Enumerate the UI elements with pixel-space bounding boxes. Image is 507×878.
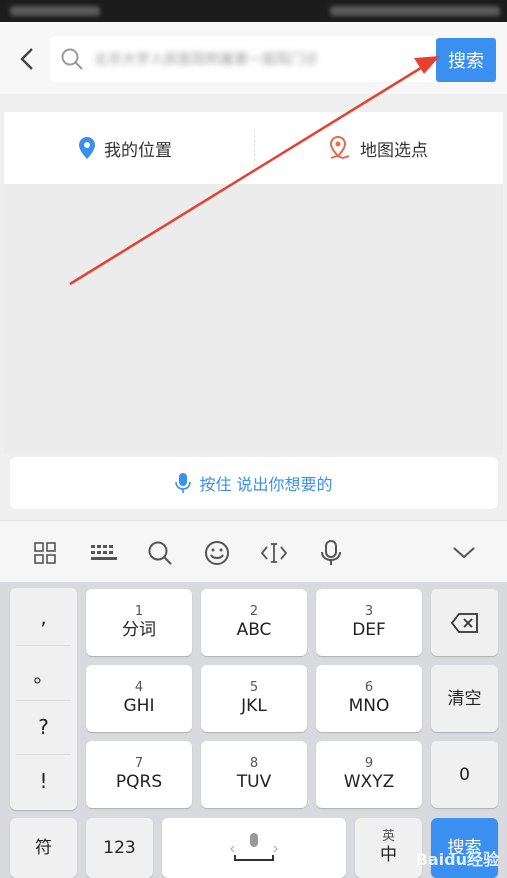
key-number: 1 (134, 603, 144, 619)
key-label: 符 (35, 838, 52, 858)
key-number: 3 (364, 603, 374, 619)
numbers-key[interactable]: 123 (86, 818, 153, 878)
space-key[interactable] (162, 818, 346, 878)
backspace-icon (450, 612, 478, 633)
key-4[interactable]: 4 GHI (86, 665, 192, 732)
voice-input-button[interactable]: 按住 说出你想要的 (10, 457, 498, 509)
key-label: 英 (381, 829, 395, 844)
key-5[interactable]: 5 JKL (201, 665, 307, 732)
backspace-key[interactable] (431, 589, 498, 656)
key-3[interactable]: 3 DEF (316, 589, 422, 656)
key-number: 7 (134, 755, 144, 771)
watermark: Baidu经验 (415, 850, 499, 869)
key-number: 9 (364, 755, 374, 771)
search-button[interactable]: 搜索 (436, 38, 496, 82)
key-label: 清空 (447, 688, 482, 709)
divider (16, 645, 71, 646)
emoji-icon[interactable] (203, 539, 231, 567)
location-pin-icon (79, 137, 95, 159)
key-label: 123 (103, 838, 136, 858)
key-label: WXYZ (343, 771, 395, 792)
clear-key[interactable]: 清空 (431, 665, 498, 732)
divider (16, 700, 71, 701)
divider (16, 754, 71, 755)
divider (254, 130, 255, 166)
key-label: MNO (348, 695, 390, 716)
key-label: 0 (459, 764, 470, 785)
keyboard: , 。 ? ! 1 分词 2 ABC 3 DEF 4 GHI 5 JKL 6 M… (0, 582, 507, 878)
chevron-left-icon (20, 48, 33, 70)
search-icon (60, 47, 84, 75)
key-label: 中 (380, 845, 397, 865)
map-pick-button[interactable]: 地图选点 (328, 132, 428, 164)
back-button[interactable] (14, 44, 40, 74)
symbol-key[interactable]: 符 (10, 818, 77, 878)
key-8[interactable]: 8 TUV (201, 741, 307, 808)
key-number: 4 (134, 679, 144, 695)
my-location-button[interactable]: 我的位置 (78, 132, 172, 164)
language-switch-key[interactable]: 英 中 (355, 818, 422, 878)
location-options: 我的位置 地图选点 (4, 112, 503, 184)
key-label: DEF (352, 619, 386, 640)
key-label: ABC (236, 619, 272, 640)
my-location-label: 我的位置 (104, 140, 172, 161)
punctuation-column: , 。 ? ! (10, 588, 77, 810)
keyboard-search-icon[interactable] (146, 539, 174, 567)
collapse-keyboard-icon[interactable] (450, 539, 478, 567)
key-label: PQRS (115, 771, 163, 792)
keyboard-layout-icon[interactable] (90, 539, 118, 567)
key-label: GHI (123, 695, 155, 716)
punct-key-exclaim[interactable]: ! (10, 756, 77, 806)
key-number: 5 (249, 679, 259, 695)
cursor-move-icon[interactable] (260, 539, 288, 567)
punct-key-comma[interactable]: , (10, 592, 77, 642)
key-number: 6 (364, 679, 374, 695)
punct-key-question[interactable]: ? (10, 702, 77, 752)
voice-hint: 按住 说出你想要的 (199, 475, 333, 494)
search-header: 北京大学人民医院附属第一医院门诊 搜索 (0, 22, 507, 94)
zero-key[interactable]: 0 (431, 741, 498, 808)
key-1[interactable]: 1 分词 (86, 589, 192, 656)
key-number: 8 (249, 755, 259, 771)
key-7[interactable]: 7 PQRS (86, 741, 192, 808)
key-9[interactable]: 9 WXYZ (316, 741, 422, 808)
voice-keyboard-icon[interactable] (317, 539, 345, 567)
key-label: TUV (236, 771, 272, 792)
search-query-text: 北京大学人民医院附属第一医院门诊 (94, 52, 318, 67)
grid-menu-icon[interactable] (31, 539, 59, 567)
key-6[interactable]: 6 MNO (316, 665, 422, 732)
map-pick-label: 地图选点 (360, 140, 428, 161)
key-label: 分词 (122, 619, 156, 640)
punct-key-period[interactable]: 。 (10, 648, 77, 698)
map-pin-icon (329, 136, 350, 159)
key-number: 2 (249, 603, 259, 619)
search-input[interactable]: 北京大学人民医院附属第一医院门诊 (50, 36, 440, 82)
key-label: JKL (241, 695, 267, 716)
keyboard-toolbar (0, 520, 507, 583)
space-microphone-icon (230, 833, 278, 861)
status-bar (0, 0, 507, 22)
key-2[interactable]: 2 ABC (201, 589, 307, 656)
results-area (4, 184, 503, 454)
microphone-icon (175, 473, 192, 493)
